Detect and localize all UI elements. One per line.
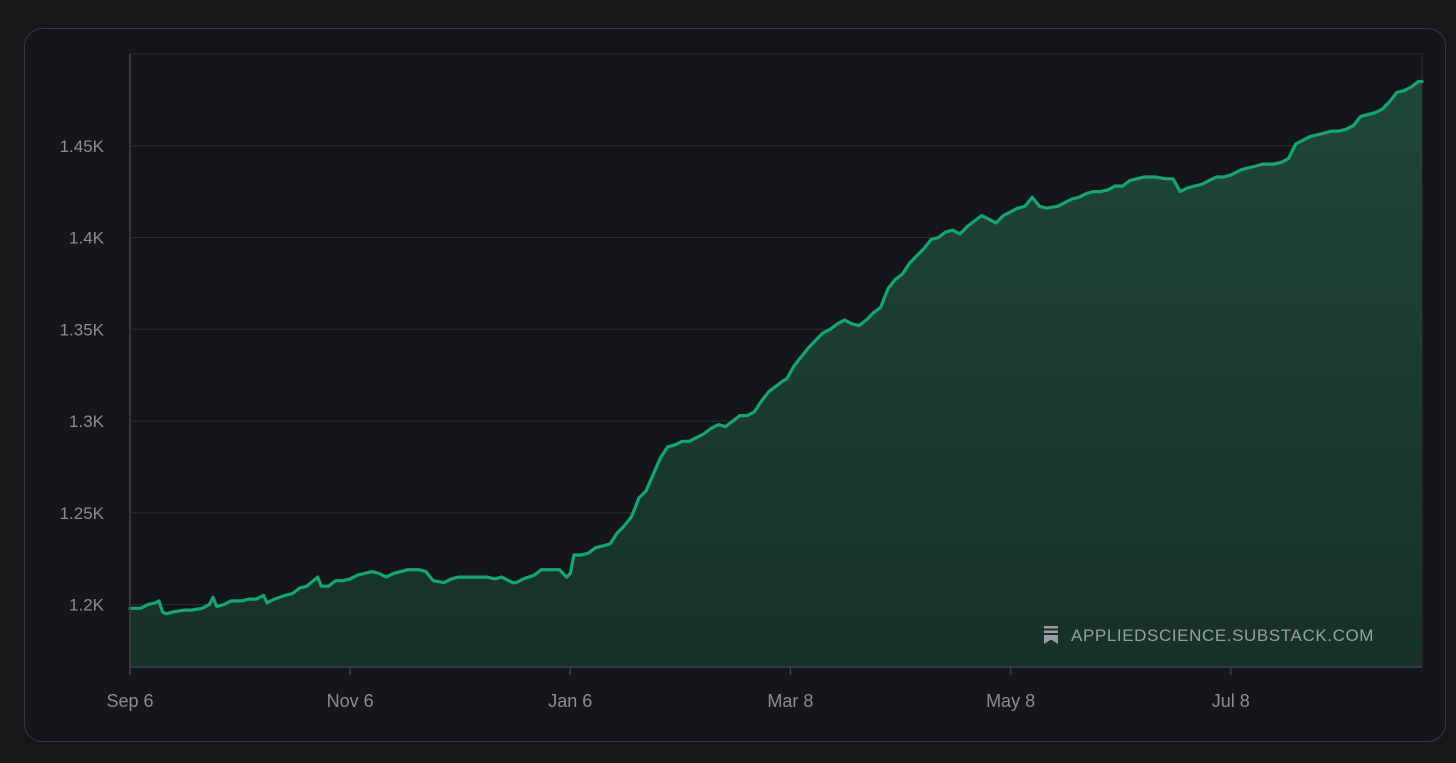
y-tick-label: 1.3K bbox=[69, 412, 105, 431]
y-tick-label: 1.2K bbox=[69, 596, 105, 615]
x-tick-label: May 8 bbox=[986, 691, 1035, 711]
chart-card: 1.2K 1.25K 1.3K 1.35K 1.4K 1.45K Sep 6 Nov 6 Ja… bbox=[24, 28, 1446, 742]
y-tick-label: 1.45K bbox=[60, 137, 105, 156]
x-tick-label: Nov 6 bbox=[327, 691, 374, 711]
x-tick-label: Jul 8 bbox=[1212, 691, 1250, 711]
y-tick-label: 1.35K bbox=[60, 320, 105, 339]
x-tick-label: Mar 8 bbox=[767, 691, 813, 711]
x-axis-ticks: Sep 6 Nov 6 Jan 6 Mar 8 May 8 Jul 8 bbox=[106, 667, 1250, 711]
watermark-text: APPLIEDSCIENCE.SUBSTACK.COM bbox=[1071, 626, 1374, 645]
subscriber-chart: 1.2K 1.25K 1.3K 1.35K 1.4K 1.45K Sep 6 Nov 6 Ja… bbox=[60, 53, 1424, 711]
x-tick-label: Jan 6 bbox=[548, 691, 592, 711]
area-fill bbox=[130, 81, 1422, 667]
y-tick-label: 1.25K bbox=[60, 504, 105, 523]
y-axis-ticks: 1.2K 1.25K 1.3K 1.35K 1.4K 1.45K bbox=[60, 137, 105, 615]
y-tick-label: 1.4K bbox=[69, 229, 105, 248]
x-tick-label: Sep 6 bbox=[106, 691, 153, 711]
watermark: APPLIEDSCIENCE.SUBSTACK.COM bbox=[1044, 626, 1374, 645]
